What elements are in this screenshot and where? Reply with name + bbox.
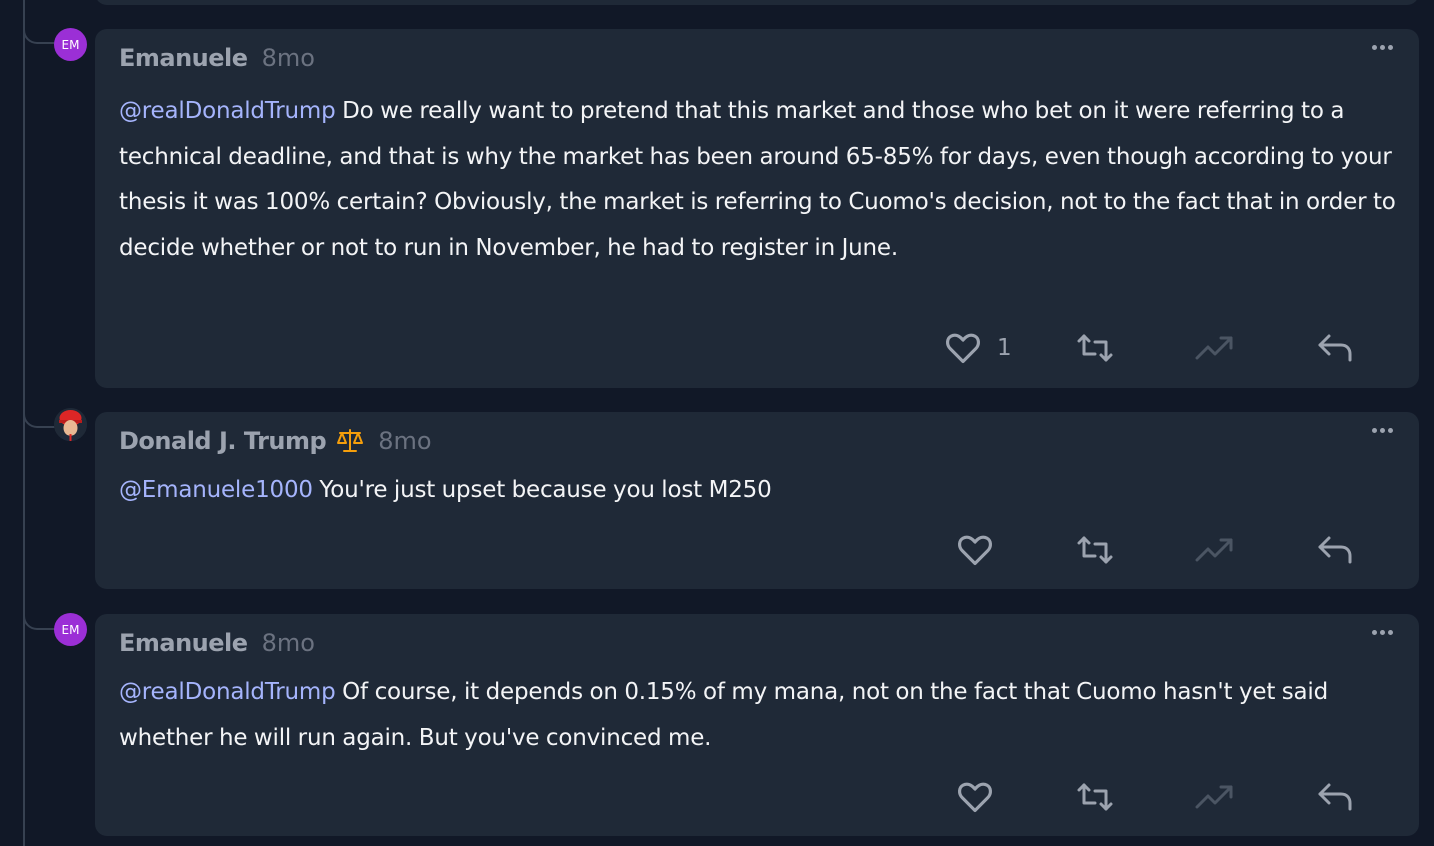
reply-icon — [1318, 783, 1352, 811]
more-options-button[interactable] — [1372, 45, 1393, 50]
reply-button[interactable] — [1317, 534, 1357, 566]
comment-actions — [95, 531, 1419, 571]
more-icon — [1372, 630, 1377, 635]
boost-button[interactable] — [1195, 781, 1235, 813]
like-button[interactable] — [955, 778, 995, 816]
avatar[interactable]: EM — [54, 28, 87, 61]
comment-time[interactable]: 8mo — [378, 427, 431, 455]
heart-icon — [946, 333, 980, 364]
boost-icon — [1195, 785, 1233, 809]
comment-header: Emanuele 8mo — [119, 43, 315, 73]
like-button[interactable]: 1 — [943, 329, 1012, 367]
comment-card: Emanuele 8mo @realDonaldTrump Do we real… — [95, 29, 1419, 388]
comment-author[interactable]: Emanuele — [119, 629, 248, 657]
more-icon — [1372, 45, 1377, 50]
avatar-image-icon — [54, 408, 87, 441]
comment-time[interactable]: 8mo — [262, 629, 315, 657]
thread-line — [23, 0, 25, 846]
more-icon — [1372, 428, 1377, 433]
boost-button[interactable] — [1195, 534, 1235, 566]
repost-button[interactable] — [1075, 534, 1115, 566]
previous-comment-card — [95, 0, 1419, 5]
more-options-button[interactable] — [1372, 428, 1393, 433]
comment-header: Emanuele 8mo — [119, 628, 315, 658]
comment-author[interactable]: Donald J. Trump — [119, 427, 327, 455]
comment-text: You're just upset because you lost M250 — [312, 477, 772, 503]
scales-badge-icon — [336, 428, 364, 454]
avatar-initials: EM — [61, 622, 80, 637]
boost-icon — [1195, 538, 1233, 562]
comment-author[interactable]: Emanuele — [119, 44, 248, 72]
repost-icon — [1077, 783, 1113, 811]
repost-icon — [1077, 536, 1113, 564]
comment-body: @Emanuele1000 You're just upset because … — [119, 468, 1409, 514]
comment-actions: 1 — [95, 329, 1419, 369]
reply-button[interactable] — [1317, 332, 1357, 364]
like-button[interactable] — [955, 531, 995, 569]
reply-icon — [1318, 334, 1352, 362]
user-mention[interactable]: @realDonaldTrump — [119, 679, 336, 705]
boost-icon — [1195, 336, 1233, 360]
comment-thread: EM Emanuele 8mo @realDonaldTrump Do we r… — [0, 0, 1434, 846]
reply-button[interactable] — [1317, 781, 1357, 813]
comment-card: Emanuele 8mo @realDonaldTrump Of course,… — [95, 614, 1419, 836]
repost-button[interactable] — [1075, 332, 1115, 364]
comment-actions — [95, 778, 1419, 818]
more-options-button[interactable] — [1372, 630, 1393, 635]
comment-header: Donald J. Trump 8mo — [119, 426, 432, 456]
avatar[interactable] — [54, 408, 87, 441]
heart-icon — [958, 782, 992, 813]
avatar[interactable]: EM — [54, 613, 87, 646]
reply-icon — [1318, 536, 1352, 564]
like-count: 1 — [997, 335, 1012, 361]
comment-body: @realDonaldTrump Do we really want to pr… — [119, 89, 1409, 271]
heart-icon — [958, 535, 992, 566]
user-mention[interactable]: @realDonaldTrump — [119, 98, 336, 124]
boost-button[interactable] — [1195, 332, 1235, 364]
repost-icon — [1077, 334, 1113, 362]
user-mention[interactable]: @Emanuele1000 — [119, 477, 313, 503]
repost-button[interactable] — [1075, 781, 1115, 813]
comment-card: Donald J. Trump 8mo @Emanuele1000 You're… — [95, 412, 1419, 589]
comment-body: @realDonaldTrump Of course, it depends o… — [119, 670, 1409, 761]
avatar-initials: EM — [61, 37, 80, 52]
comment-time[interactable]: 8mo — [262, 44, 315, 72]
